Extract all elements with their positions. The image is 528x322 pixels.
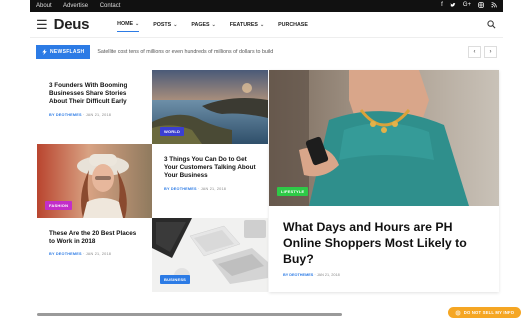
newsflash-ticker: NEWSFLASH Satellite cost tens of million…	[30, 44, 503, 60]
category-badge-business[interactable]: BUSINESS	[160, 275, 191, 284]
do-not-sell-label: DO NOT SELL MY INFO	[463, 310, 515, 315]
article-author[interactable]: BY DEOTHEMES	[164, 187, 197, 191]
article-image-world[interactable]: WORLD	[152, 70, 268, 144]
ticker-arrows: ‹ ›	[468, 46, 497, 58]
nav-item-label: POSTS	[153, 21, 172, 28]
nav-item-home[interactable]: HOME ⌄	[117, 17, 140, 32]
nav-item-label: HOME	[117, 21, 134, 27]
hamburger-menu-icon[interactable]: ☰	[36, 18, 48, 31]
do-not-sell-button[interactable]: DO NOT SELL MY INFO	[448, 307, 521, 318]
article-card[interactable]: These Are the 20 Best Places to Work in …	[37, 218, 152, 292]
nav-item-features[interactable]: FEATURES ⌄	[230, 17, 264, 32]
article-author[interactable]: BY DEOTHEMES	[49, 252, 82, 256]
featured-article[interactable]: LIFESTYLE What Days and Hours are PH Onl…	[269, 70, 499, 292]
search-button[interactable]	[485, 19, 497, 31]
featured-image[interactable]: LIFESTYLE	[269, 70, 499, 206]
featured-meta: BY DEOTHEMES · JAN 21, 2018	[283, 273, 340, 277]
nav-item-pages[interactable]: PAGES ⌄	[191, 17, 215, 32]
chevron-down-icon: ⌄	[135, 21, 140, 27]
featured-title[interactable]: What Days and Hours are PH Online Shoppe…	[283, 220, 493, 268]
lightning-icon	[42, 49, 47, 55]
instagram-icon[interactable]	[478, 2, 484, 10]
category-badge-lifestyle[interactable]: LIFESTYLE	[277, 187, 309, 196]
chevron-down-icon: ⌄	[173, 21, 178, 28]
article-image-fashion[interactable]: FASHION	[37, 144, 152, 218]
article-grid: 3 Founders With Booming Businesses Share…	[37, 70, 269, 292]
article-title[interactable]: 3 Things You Can Do to Get Your Customer…	[164, 156, 256, 181]
woman-with-phone-image	[269, 70, 499, 206]
newsflash-label: NEWSFLASH	[50, 49, 85, 55]
chevron-down-icon: ⌄	[259, 21, 265, 28]
search-icon	[486, 20, 495, 29]
nav-item-label: PURCHASE	[278, 21, 308, 28]
social-icons: f G+	[441, 2, 497, 10]
settings-gear-icon	[454, 309, 461, 316]
nav-menu: HOME ⌄ POSTS ⌄ PAGES ⌄ FEATURES ⌄ PURCHA…	[117, 17, 308, 32]
horizontal-scrollbar[interactable]	[37, 313, 342, 316]
newsflash-badge: NEWSFLASH	[36, 45, 91, 59]
twitter-icon[interactable]	[450, 2, 456, 10]
article-author[interactable]: BY DEOTHEMES	[49, 113, 82, 117]
site-logo[interactable]: Deus	[54, 16, 90, 33]
about-link[interactable]: About	[36, 3, 52, 9]
category-badge-world[interactable]: WORLD	[160, 127, 185, 136]
top-links: About Advertise Contact	[36, 3, 130, 9]
ticker-next-button[interactable]: ›	[484, 46, 497, 58]
article-meta: BY DEOTHEMES · JAN 21, 2018	[49, 252, 112, 257]
article-image-business[interactable]: BUSINESS	[152, 218, 268, 292]
facebook-icon[interactable]: f	[441, 2, 443, 10]
article-meta: BY DEOTHEMES · JAN 21, 2018	[164, 186, 227, 191]
top-bar: About Advertise Contact f G+	[30, 0, 503, 12]
nav-item-purchase[interactable]: PURCHASE	[278, 17, 308, 32]
chevron-down-icon: ⌄	[211, 21, 216, 28]
article-date: JAN 21, 2018	[200, 186, 227, 191]
article-card[interactable]: 3 Things You Can Do to Get Your Customer…	[152, 144, 268, 218]
advertise-link[interactable]: Advertise	[63, 3, 88, 9]
google-plus-icon[interactable]: G+	[463, 2, 471, 10]
rss-icon[interactable]	[491, 2, 497, 10]
nav-item-label: FEATURES	[229, 21, 258, 28]
main-nav: ☰ Deus HOME ⌄ POSTS ⌄ PAGES ⌄ FEATURES ⌄…	[30, 12, 503, 38]
nav-item-posts[interactable]: POSTS ⌄	[153, 17, 177, 32]
article-title[interactable]: 3 Founders With Booming Businesses Share…	[49, 82, 140, 107]
article-date: JAN 21, 2018	[85, 112, 112, 117]
contact-link[interactable]: Contact	[100, 3, 121, 9]
page: About Advertise Contact f G+ ☰ Deus HOME…	[0, 0, 528, 322]
nav-item-label: PAGES	[191, 21, 210, 28]
ticker-prev-button[interactable]: ‹	[468, 46, 481, 58]
article-date: JAN 21, 2018	[316, 273, 340, 277]
category-badge-fashion[interactable]: FASHION	[45, 201, 73, 210]
article-author[interactable]: BY DEOTHEMES	[283, 273, 313, 277]
article-title[interactable]: These Are the 20 Best Places to Work in …	[49, 230, 140, 246]
article-meta: BY DEOTHEMES · JAN 21, 2018	[49, 112, 112, 117]
article-card[interactable]: 3 Founders With Booming Businesses Share…	[37, 70, 152, 144]
ticker-headline[interactable]: Satellite cost tens of millions or even …	[97, 49, 273, 55]
article-date: JAN 21, 2018	[85, 252, 112, 257]
